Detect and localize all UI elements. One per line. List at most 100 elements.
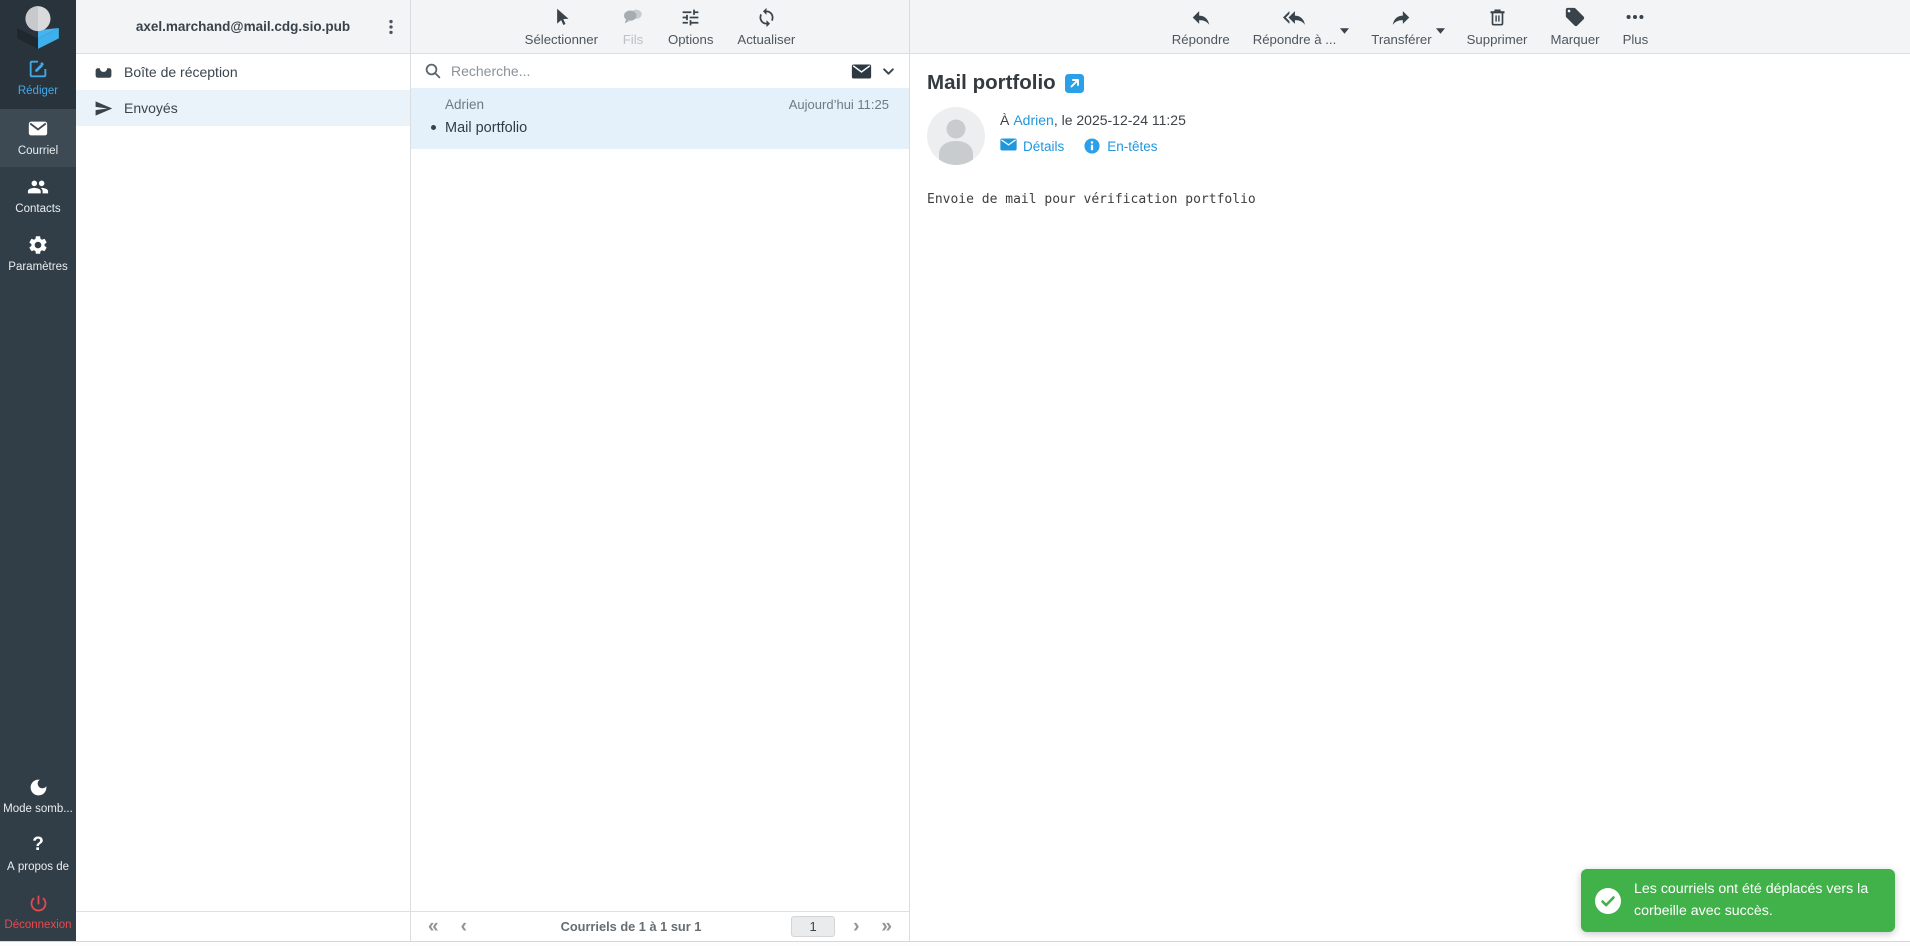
more-button[interactable]: Plus xyxy=(1623,6,1648,47)
roundcube-logo-icon xyxy=(0,0,76,56)
account-header: axel.marchand@mail.cdg.sio.pub xyxy=(76,0,410,54)
first-page-button[interactable]: « xyxy=(424,917,443,936)
refresh-button[interactable]: Actualiser xyxy=(737,6,795,47)
gear-icon xyxy=(27,234,49,256)
trash-icon xyxy=(1486,6,1508,28)
sidebar-item-dark-mode[interactable]: Mode somb... xyxy=(0,767,76,825)
message-header: À Adrien, le 2025-12-24 11:25 Détails En… xyxy=(927,107,1893,165)
folders-footer xyxy=(76,911,410,941)
chat-bubbles-icon xyxy=(622,6,644,28)
headers-link[interactable]: En-têtes xyxy=(1084,138,1158,155)
list-toolbar: Sélectionner Fils Options Actualiser xyxy=(411,0,909,54)
sidebar-item-label: Contacts xyxy=(15,203,61,215)
toast-message: Les courriels ont été déplacés vers la c… xyxy=(1634,881,1869,919)
sidebar-top-section: Rédiger xyxy=(0,0,76,109)
recipient-link[interactable]: Adrien xyxy=(1013,112,1053,128)
kebab-menu-icon xyxy=(389,19,393,35)
info-icon xyxy=(1084,138,1101,155)
power-icon xyxy=(27,892,49,914)
window-bottom-strip xyxy=(0,941,1910,946)
compose-icon xyxy=(27,58,49,80)
sidebar-item-label: Courriel xyxy=(17,145,59,157)
threads-button[interactable]: Fils xyxy=(622,6,644,47)
message-list-row[interactable]: Adrien Aujourd’hui 11:25 Mail portfolio xyxy=(411,88,909,149)
reply-all-icon xyxy=(1283,6,1306,28)
chevron-down-icon[interactable] xyxy=(881,64,896,79)
message-title: Mail portfolio xyxy=(927,71,1056,94)
message-content: Mail portfolio À Adrien, le 2025-12-24 1… xyxy=(910,54,1910,941)
page-number-input[interactable] xyxy=(791,916,836,937)
message-toolbar: Répondre Répondre à ... Transférer Suppr… xyxy=(910,0,1910,54)
folder-label: Boîte de réception xyxy=(124,64,238,80)
avatar xyxy=(927,107,985,165)
paper-plane-icon xyxy=(95,100,113,116)
task-sidebar: Rédiger Courriel Contacts Paramètres Mod… xyxy=(0,0,76,941)
details-link[interactable]: Détails xyxy=(1000,138,1064,155)
search-scope-envelope-icon[interactable] xyxy=(851,63,872,80)
sidebar-item-label: Rédiger xyxy=(17,85,59,97)
unread-dot-and-subject: Mail portfolio xyxy=(431,119,889,137)
next-page-button[interactable]: › xyxy=(849,917,863,936)
last-page-button[interactable]: » xyxy=(877,917,896,936)
contacts-icon xyxy=(27,176,49,198)
sidebar-item-label: Déconnexion xyxy=(4,919,72,931)
folders-empty-area xyxy=(76,126,410,911)
sidebar-item-label: Paramètres xyxy=(8,261,68,273)
open-in-new-window-icon[interactable] xyxy=(1064,73,1084,93)
message-date: Aujourd’hui 11:25 xyxy=(788,97,889,112)
sidebar-item-compose[interactable]: Rédiger xyxy=(0,56,76,107)
moon-icon xyxy=(27,776,49,798)
reply-icon xyxy=(1190,6,1212,28)
cursor-icon xyxy=(550,6,572,28)
inbox-icon xyxy=(95,67,112,78)
message-view-pane: Répondre Répondre à ... Transférer Suppr… xyxy=(910,0,1910,941)
envelope-icon xyxy=(1000,138,1017,155)
pagination-bar: « ‹ Courriels de 1 à 1 sur 1 › » xyxy=(411,911,909,941)
message-body: Envoie de mail pour vérification portfol… xyxy=(927,192,1256,207)
folder-options-button[interactable] xyxy=(378,14,404,40)
sidebar-item-label: À propos de xyxy=(6,861,69,873)
folder-label: Envoyés xyxy=(124,100,178,116)
message-list-pane: Sélectionner Fils Options Actualiser Rec… xyxy=(410,0,910,941)
ellipsis-icon xyxy=(1624,6,1646,28)
prev-page-button[interactable]: ‹ xyxy=(457,917,471,936)
tag-icon xyxy=(1564,6,1586,28)
message-sender: Adrien xyxy=(445,97,485,112)
folder-item-inbox[interactable]: Boîte de réception xyxy=(76,54,410,90)
message-date-text: , le 2025-12-24 11:25 xyxy=(1053,112,1186,128)
webmail-app: Rédiger Courriel Contacts Paramètres Mod… xyxy=(0,0,1910,941)
check-circle-icon xyxy=(1595,887,1621,914)
sidebar-item-settings[interactable]: Paramètres xyxy=(0,225,76,283)
search-bar xyxy=(411,54,909,88)
search-icon xyxy=(425,63,441,79)
forward-icon xyxy=(1390,6,1412,28)
sliders-icon xyxy=(680,6,702,28)
sidebar-item-about[interactable]: ? À propos de xyxy=(0,825,76,883)
reply-all-button[interactable]: Répondre à ... xyxy=(1253,6,1350,47)
refresh-icon xyxy=(755,6,777,28)
folder-item-sent[interactable]: Envoyés xyxy=(76,90,410,126)
search-input[interactable] xyxy=(451,63,842,79)
account-email: axel.marchand@mail.cdg.sio.pub xyxy=(135,19,351,34)
sidebar-item-mail[interactable]: Courriel xyxy=(0,109,76,167)
envelope-icon xyxy=(27,118,49,140)
forward-button[interactable]: Transférer xyxy=(1371,6,1445,47)
mark-button[interactable]: Marquer xyxy=(1550,6,1600,47)
pagination-summary: Courriels de 1 à 1 sur 1 xyxy=(560,919,702,934)
select-button[interactable]: Sélectionner xyxy=(525,6,598,47)
folders-pane: axel.marchand@mail.cdg.sio.pub Boîte de … xyxy=(76,0,410,941)
sidebar-item-label: Mode somb... xyxy=(3,803,73,815)
success-toast[interactable]: Les courriels ont été déplacés vers la c… xyxy=(1581,869,1895,932)
list-empty-area xyxy=(411,149,909,911)
dropdown-caret-icon[interactable] xyxy=(1435,22,1445,37)
to-prefix: À xyxy=(1000,112,1010,128)
options-button[interactable]: Options xyxy=(668,6,713,47)
reply-button[interactable]: Répondre xyxy=(1172,6,1230,47)
sidebar-item-contacts[interactable]: Contacts xyxy=(0,167,76,225)
sidebar-item-logout[interactable]: Déconnexion xyxy=(0,883,76,941)
question-mark-icon: ? xyxy=(32,834,44,855)
delete-button[interactable]: Supprimer xyxy=(1467,6,1527,47)
dropdown-caret-icon[interactable] xyxy=(1340,22,1350,37)
message-subject: Mail portfolio xyxy=(445,120,528,136)
